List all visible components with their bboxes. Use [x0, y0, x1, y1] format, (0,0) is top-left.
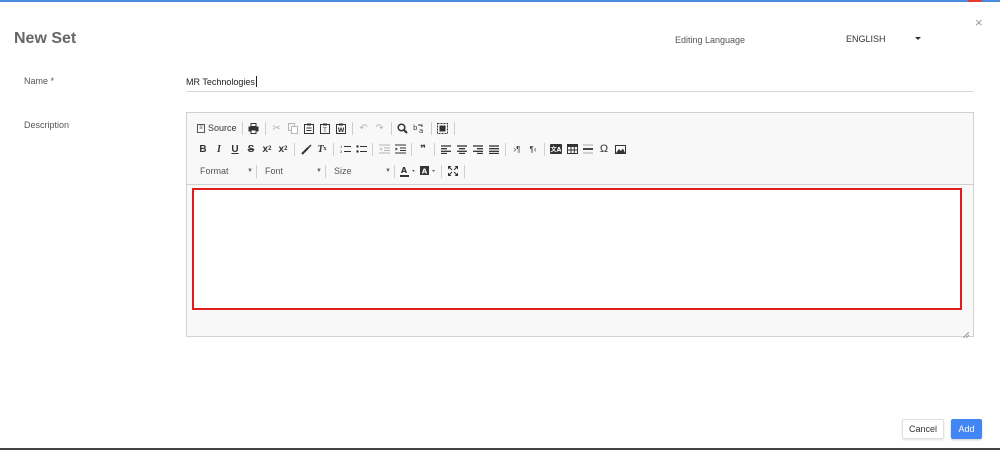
copy-formatting-icon[interactable]: [298, 141, 314, 157]
svg-text:T: T: [322, 127, 327, 134]
paste-word-icon[interactable]: W: [333, 120, 349, 136]
svg-text:A: A: [401, 166, 408, 175]
undo-icon[interactable]: ↶: [356, 120, 372, 136]
blockquote-icon[interactable]: ❞: [415, 141, 431, 157]
remove-format-icon[interactable]: Tx: [314, 141, 330, 157]
svg-text:a: a: [419, 127, 423, 134]
font-label: Font: [265, 166, 284, 176]
numbered-list-icon[interactable]: 12: [337, 141, 353, 157]
align-center-icon[interactable]: [454, 141, 470, 157]
align-right-icon[interactable]: [470, 141, 486, 157]
paste-text-icon[interactable]: T: [317, 120, 333, 136]
maximize-icon[interactable]: [445, 163, 461, 179]
cancel-button[interactable]: Cancel: [902, 419, 944, 439]
redo-icon[interactable]: ↷: [372, 120, 388, 136]
cut-icon[interactable]: ✂: [269, 120, 285, 136]
horizontal-line-icon[interactable]: [580, 141, 596, 157]
size-select[interactable]: Size ▼: [329, 163, 391, 179]
rich-text-editor: ≡ Source ✂ T W ↶ ↷ b a B I U S x 2 x 2 T…: [186, 112, 974, 339]
strikethrough-icon[interactable]: S: [243, 141, 259, 157]
superscript-icon[interactable]: x2: [275, 141, 291, 157]
image-icon[interactable]: [612, 141, 628, 157]
special-character-icon[interactable]: Ω: [596, 141, 612, 157]
chevron-down-icon: ▼: [316, 168, 322, 174]
bold-icon[interactable]: B: [195, 141, 211, 157]
select-all-icon[interactable]: [435, 120, 451, 136]
chevron-down-icon: ▼: [247, 168, 253, 174]
table-icon[interactable]: [564, 141, 580, 157]
resize-icon[interactable]: [962, 325, 970, 339]
copy-icon[interactable]: [285, 120, 301, 136]
name-field-value: MR Technologies: [186, 76, 257, 87]
replace-icon[interactable]: ba: [411, 120, 428, 136]
editor-toolbar: ≡ Source ✂ T W ↶ ↷ b a B I U S x 2 x 2 T…: [187, 113, 973, 185]
dropdown-caret-icon: [915, 37, 921, 40]
text-color-icon[interactable]: A: [398, 163, 418, 179]
toolbar-row-3: Format ▼ Font ▼ Size ▼ A A: [195, 162, 468, 180]
svg-text:A: A: [422, 167, 428, 175]
top-accent-bar: [0, 0, 1000, 2]
find-icon[interactable]: [395, 120, 411, 136]
decrease-indent-icon[interactable]: [376, 141, 392, 157]
svg-text:W: W: [337, 127, 344, 134]
format-label: Format: [200, 166, 229, 176]
source-button[interactable]: ≡ Source: [195, 123, 239, 133]
text-direction-rtl-icon[interactable]: ¶‹: [525, 141, 541, 157]
top-accent-bar-red: [968, 0, 982, 2]
add-button[interactable]: Add: [951, 419, 982, 439]
print-icon[interactable]: [246, 120, 262, 136]
paste-icon[interactable]: [301, 120, 317, 136]
background-color-icon[interactable]: A: [418, 163, 438, 179]
chevron-down-icon: ▼: [385, 168, 391, 174]
editing-language-label: Editing Language: [675, 35, 746, 45]
svg-text:2: 2: [340, 149, 343, 154]
svg-text:b: b: [413, 124, 418, 132]
justify-icon[interactable]: [486, 141, 502, 157]
dialog-title: New Set: [14, 30, 77, 47]
svg-text:文A: 文A: [550, 146, 562, 154]
subscript-icon[interactable]: x2: [259, 141, 275, 157]
format-select[interactable]: Format ▼: [195, 163, 253, 179]
editing-language-value: ENGLISH: [846, 34, 886, 44]
name-label: Name *: [24, 76, 55, 86]
text-direction-ltr-icon[interactable]: ›¶: [509, 141, 525, 157]
language-icon[interactable]: 文A: [548, 141, 564, 157]
toolbar-row-2: B I U S x2 x2 Tx 12 ❞ ›¶ ¶‹ 文A Ω: [195, 140, 628, 158]
italic-icon[interactable]: I: [211, 141, 227, 157]
bulleted-list-icon[interactable]: [353, 141, 369, 157]
close-icon[interactable]: ×: [975, 16, 983, 29]
toolbar-row-1: ≡ Source ✂ T W ↶ ↷ b a: [195, 119, 458, 137]
align-left-icon[interactable]: [438, 141, 454, 157]
source-label: Source: [208, 123, 237, 133]
size-label: Size: [334, 166, 352, 176]
editor-content-area[interactable]: [192, 188, 962, 310]
editing-language-select[interactable]: ENGLISH: [846, 28, 974, 48]
underline-icon[interactable]: U: [227, 141, 243, 157]
increase-indent-icon[interactable]: [392, 141, 408, 157]
source-icon: ≡: [197, 123, 205, 133]
description-label: Description: [24, 120, 70, 130]
name-field[interactable]: [186, 68, 974, 92]
font-select[interactable]: Font ▼: [260, 163, 322, 179]
